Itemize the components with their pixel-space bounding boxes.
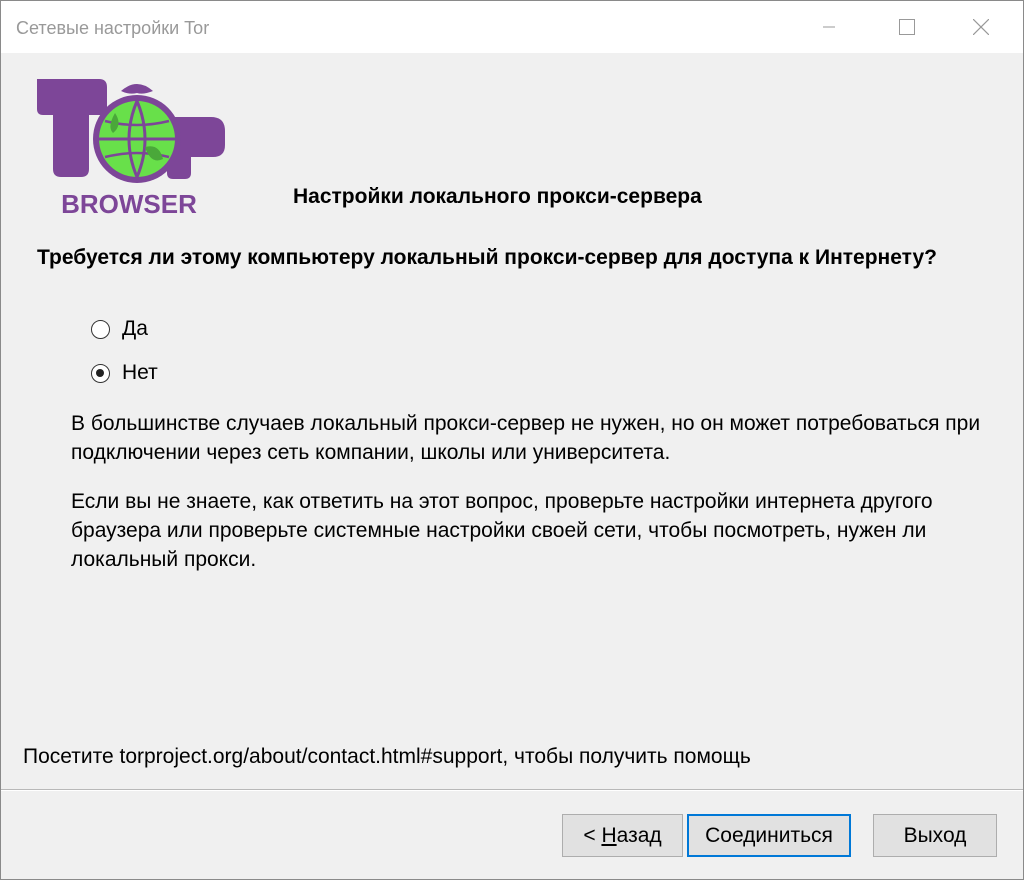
back-button[interactable]: < Назад (562, 814, 683, 857)
exit-button[interactable]: Выход (873, 814, 997, 857)
divider-highlight (1, 790, 1023, 791)
back-button-prefix: < (583, 823, 602, 847)
back-button-mnemonic: Н (601, 823, 617, 847)
back-button-rest: азад (616, 823, 662, 847)
close-icon (973, 19, 989, 35)
minimize-icon (823, 26, 835, 28)
tor-browser-logo: BROWSER (37, 79, 225, 219)
dialog-window: Сетевые настройки Tor BROWSER Настройки … (0, 0, 1024, 880)
window-title: Сетевые настройки Tor (16, 18, 210, 38)
connect-button-label: Соединиться (705, 823, 833, 847)
info-paragraph-2: Если вы не знаете, как ответить на этот … (71, 490, 933, 571)
logo-wordmark: BROWSER (61, 189, 197, 219)
dialog-content: BROWSER Настройки локального прокси-серв… (1, 53, 1023, 879)
radio-yes-circle[interactable] (91, 319, 110, 339)
maximize-button[interactable] (877, 1, 937, 53)
title-bar: Сетевые настройки Tor (1, 1, 1023, 53)
maximize-icon (899, 19, 915, 35)
radio-yes[interactable]: Да (91, 317, 148, 341)
proxy-question: Требуется ли этому компьютеру локальный … (37, 246, 937, 269)
exit-button-label: Выход (903, 823, 967, 847)
radio-no-circle[interactable] (91, 363, 110, 383)
help-text: Посетите torproject.org/about/contact.ht… (23, 745, 751, 768)
connect-button[interactable]: Соединиться (687, 814, 851, 857)
radio-no[interactable]: Нет (91, 361, 158, 385)
close-button[interactable] (951, 1, 1011, 53)
radio-no-label[interactable]: Нет (122, 361, 158, 385)
minimize-button[interactable] (799, 1, 859, 53)
info-paragraph-1: В большинстве случаев локальный прокси-с… (71, 412, 981, 464)
radio-yes-label[interactable]: Да (122, 317, 148, 341)
section-title: Настройки локального прокси-сервера (293, 185, 702, 208)
